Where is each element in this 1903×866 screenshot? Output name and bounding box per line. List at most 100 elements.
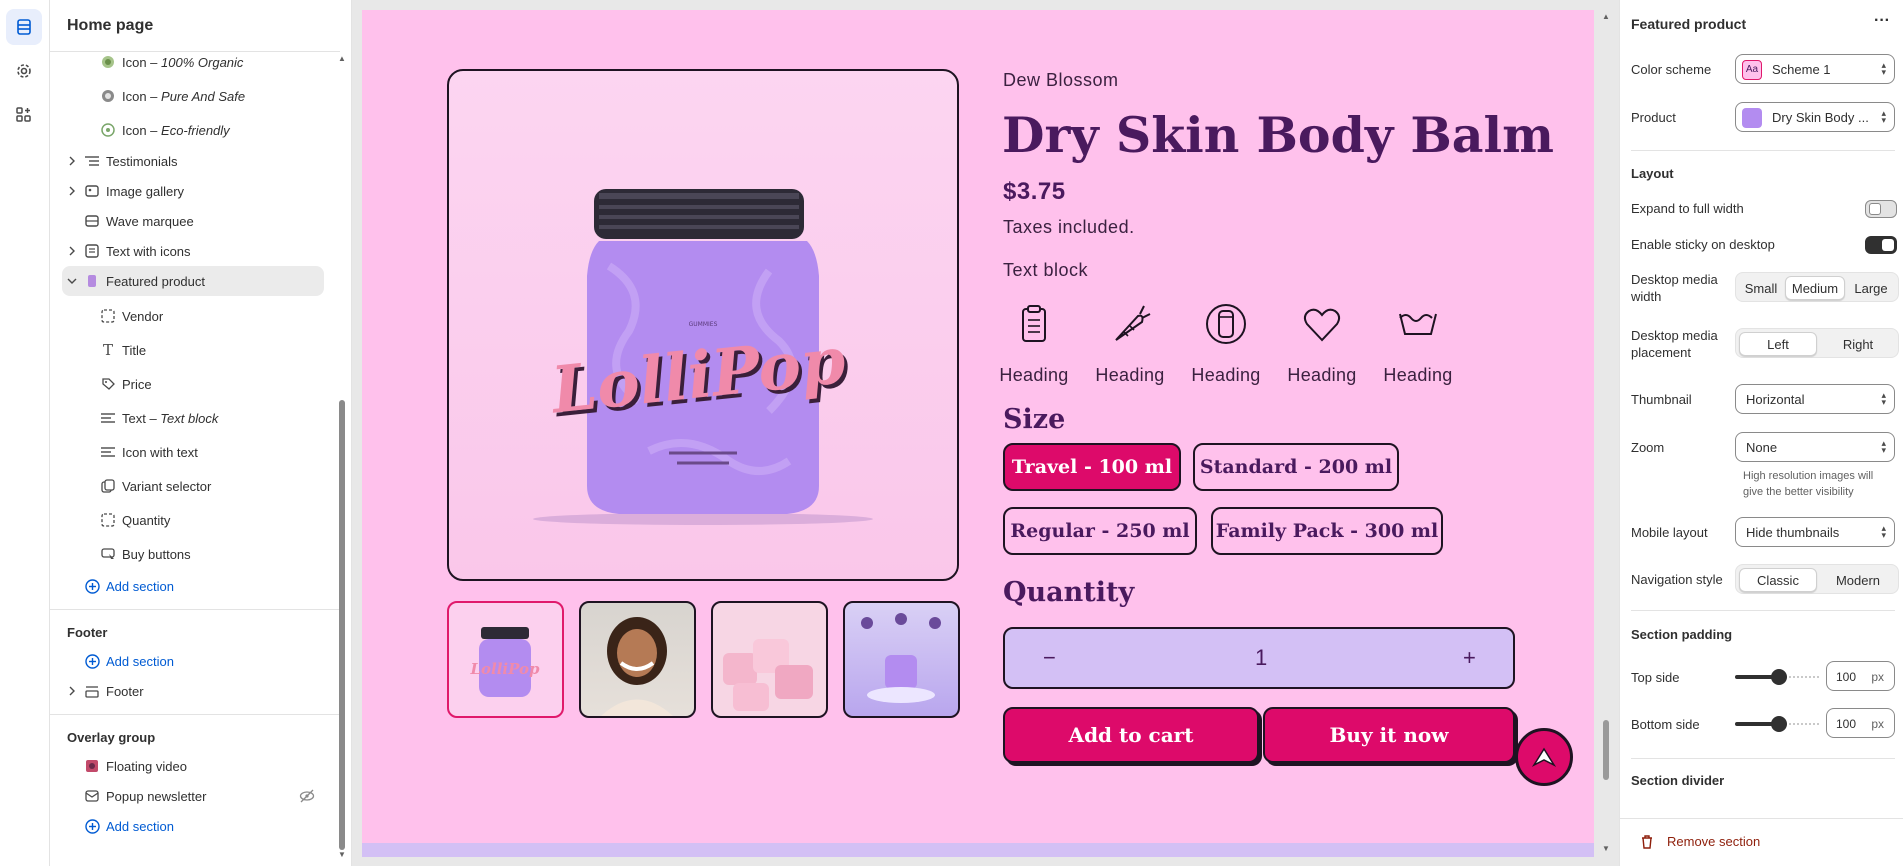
section-footer[interactable]: Footer bbox=[50, 677, 340, 705]
thumbnail-select[interactable]: Horizontal ▴ ▾ bbox=[1735, 384, 1895, 414]
sticky-label: Enable sticky on desktop bbox=[1631, 237, 1775, 252]
size-option[interactable]: Standard - 200 ml bbox=[1193, 443, 1399, 491]
section-image-gallery[interactable]: Image gallery bbox=[50, 177, 340, 205]
quantity-plus-button[interactable]: + bbox=[1463, 645, 1476, 671]
scroll-down-icon[interactable]: ▼ bbox=[1602, 844, 1610, 853]
section-popup-newsletter[interactable]: Popup newsletter bbox=[50, 782, 340, 810]
scroll-up-icon[interactable]: ▲ bbox=[1602, 12, 1610, 21]
chevron-right-icon[interactable] bbox=[66, 245, 78, 257]
text-block: Text block bbox=[1003, 260, 1089, 280]
remove-section-button[interactable]: Remove section bbox=[1667, 834, 1760, 849]
top-padding-slider[interactable] bbox=[1735, 669, 1819, 685]
quantity-input[interactable]: 1 bbox=[1255, 645, 1267, 671]
media-width-label: Desktop media width bbox=[1631, 272, 1718, 304]
apps-icon[interactable] bbox=[6, 97, 42, 133]
dashed-box-icon bbox=[100, 512, 116, 528]
settings-gear-icon[interactable] bbox=[6, 53, 42, 89]
preview-scrollbar[interactable] bbox=[1603, 720, 1609, 780]
block-icon-organic[interactable]: Icon – 100% Organic bbox=[50, 48, 340, 76]
icon-heading: Heading bbox=[1287, 365, 1357, 385]
block-icon-pure[interactable]: Icon – Pure And Safe bbox=[50, 82, 340, 110]
icon-with-text-item: Heading bbox=[1186, 302, 1266, 385]
product-thumbnail[interactable] bbox=[843, 601, 960, 718]
size-option[interactable]: Family Pack - 300 ml bbox=[1211, 507, 1443, 555]
add-section-link[interactable]: Add section bbox=[50, 647, 340, 675]
sticky-desktop-toggle[interactable] bbox=[1865, 236, 1897, 254]
zoom-help-text: High resolution images will give the bet… bbox=[1743, 470, 1874, 498]
section-wave-marquee[interactable]: Wave marquee bbox=[50, 207, 340, 235]
scroll-to-top-button[interactable] bbox=[1515, 728, 1573, 786]
size-option[interactable]: Travel - 100 ml bbox=[1003, 443, 1181, 491]
slider-handle[interactable] bbox=[1771, 669, 1787, 685]
bottom-padding-input[interactable]: 100 px bbox=[1826, 708, 1895, 738]
block-title[interactable]: T Title bbox=[50, 336, 340, 364]
icon-with-text-item: Heading bbox=[1282, 302, 1362, 385]
section-floating-video[interactable]: Floating video bbox=[50, 752, 340, 780]
recycle-icon bbox=[100, 122, 116, 138]
block-variant-selector[interactable]: Variant selector bbox=[50, 472, 340, 500]
block-label: Price bbox=[122, 376, 152, 392]
block-icon-with-text[interactable]: Icon with text bbox=[50, 438, 340, 466]
nav-style-classic[interactable]: Classic bbox=[1739, 568, 1817, 592]
media-width-medium[interactable]: Medium bbox=[1785, 276, 1845, 300]
block-vendor[interactable]: Vendor bbox=[50, 302, 340, 330]
block-icon-eco[interactable]: Icon – Eco-friendly bbox=[50, 116, 340, 144]
block-text[interactable]: Text – Text block bbox=[50, 404, 340, 432]
product-main-image[interactable]: GUMMIES LolliPop LolliPop bbox=[447, 69, 959, 581]
product-picker[interactable]: Dry Skin Body ... ▴ ▾ bbox=[1735, 102, 1895, 132]
mobile-layout-select[interactable]: Hide thumbnails ▴ ▾ bbox=[1735, 517, 1895, 547]
nav-style-modern[interactable]: Modern bbox=[1819, 568, 1897, 592]
heart-icon bbox=[1303, 308, 1341, 342]
section-text-with-icons[interactable]: Text with icons bbox=[50, 237, 340, 265]
product-thumbnail[interactable]: LolliPop bbox=[447, 601, 564, 718]
color-scheme-select[interactable]: Aa Scheme 1 ▴ ▾ bbox=[1735, 54, 1895, 84]
product-thumbnail[interactable] bbox=[711, 601, 828, 718]
media-width-small[interactable]: Small bbox=[1739, 276, 1783, 300]
product-icon bbox=[84, 273, 100, 289]
block-label: Title bbox=[122, 342, 147, 358]
block-quantity[interactable]: Quantity bbox=[50, 506, 340, 534]
tax-note: Taxes included. bbox=[1003, 217, 1135, 237]
section-featured-product[interactable]: Featured product bbox=[50, 266, 340, 296]
more-actions-icon[interactable]: ··· bbox=[1874, 12, 1890, 30]
media-width-large[interactable]: Large bbox=[1847, 276, 1895, 300]
add-to-cart-button[interactable]: Add to cart bbox=[1003, 707, 1259, 763]
chevron-right-icon[interactable] bbox=[66, 155, 78, 167]
select-value: Dry Skin Body ... bbox=[1772, 109, 1869, 125]
svg-text:GUMMIES: GUMMIES bbox=[689, 321, 718, 328]
top-padding-input[interactable]: 100 px bbox=[1826, 661, 1895, 691]
slider-handle[interactable] bbox=[1771, 716, 1787, 732]
size-option[interactable]: Regular - 250 ml bbox=[1003, 507, 1197, 555]
trash-icon bbox=[1640, 834, 1654, 854]
add-section-link[interactable]: Add section bbox=[50, 572, 340, 600]
section-testimonials[interactable]: Testimonials bbox=[50, 147, 340, 175]
chevron-down-icon[interactable] bbox=[66, 275, 78, 287]
placement-left[interactable]: Left bbox=[1739, 332, 1817, 356]
block-label-prefix: Text – bbox=[122, 410, 161, 426]
eye-hidden-icon[interactable] bbox=[299, 788, 315, 804]
video-thumbnail-icon bbox=[84, 758, 100, 774]
sections-icon[interactable] bbox=[6, 9, 42, 45]
select-value: Scheme 1 bbox=[1772, 61, 1831, 77]
chevron-right-icon[interactable] bbox=[66, 185, 78, 197]
scroll-down-icon[interactable]: ▼ bbox=[338, 850, 346, 859]
section-label: Featured product bbox=[106, 274, 206, 289]
placement-right[interactable]: Right bbox=[1819, 332, 1897, 356]
add-section-link[interactable]: Add section bbox=[50, 812, 340, 840]
block-price[interactable]: Price bbox=[50, 370, 340, 398]
product-thumbnail[interactable] bbox=[579, 601, 696, 718]
bottom-padding-slider[interactable] bbox=[1735, 716, 1819, 732]
select-arrows-icon: ▴ ▾ bbox=[1881, 390, 1886, 407]
block-buy-buttons[interactable]: Buy buttons bbox=[50, 540, 340, 568]
buy-now-button[interactable]: Buy it now bbox=[1263, 707, 1515, 763]
sidebar-scrollbar[interactable] bbox=[339, 400, 345, 850]
overlay-group-heading: Overlay group bbox=[67, 730, 156, 745]
quantity-minus-button[interactable]: − bbox=[1043, 645, 1056, 671]
expand-full-width-toggle[interactable] bbox=[1865, 200, 1897, 218]
select-value: Horizontal bbox=[1746, 391, 1805, 407]
expand-label: Expand to full width bbox=[1631, 201, 1744, 216]
product-price: $3.75 bbox=[1003, 178, 1066, 205]
zoom-select[interactable]: None ▴ ▾ bbox=[1735, 432, 1895, 462]
leaf-icon bbox=[100, 54, 116, 70]
chevron-right-icon[interactable] bbox=[66, 685, 78, 697]
